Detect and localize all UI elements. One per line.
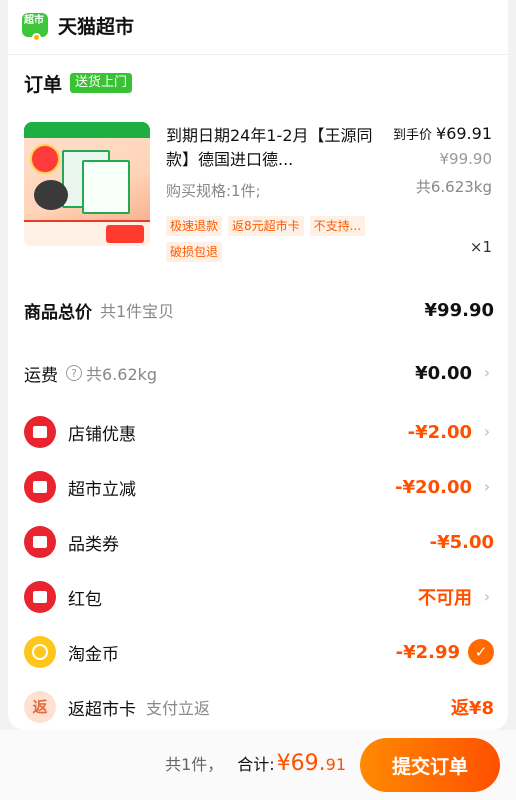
thumbnail-badge: [30, 144, 60, 174]
rebate-sub: 支付立返: [146, 699, 211, 718]
rebate-icon-glyph: 返: [32, 698, 48, 716]
rebate-row: 返 返超市卡 支付立返 返¥8: [24, 691, 494, 723]
service-tag: 破损包退: [166, 242, 223, 262]
rebate-value: 返¥8: [450, 698, 494, 719]
gold-coin-icon-inner: [32, 644, 48, 660]
order-title: 订单: [24, 73, 63, 96]
goods-total-count: 共1件宝贝: [100, 302, 175, 321]
rebate-label: 返超市卡: [68, 699, 136, 720]
gold-coin-value: -¥2.99: [395, 641, 460, 663]
ticket-icon-inner: [33, 536, 47, 548]
store-header: 超市 天猫超市: [22, 10, 134, 42]
product-title[interactable]: 到期日期24年1-2月【王源同款】德国进口德...: [166, 124, 376, 172]
product-weight: 共6.623kg: [415, 178, 492, 196]
checkout-bar: 共1件， 合计: ¥69.91 提交订单: [0, 730, 516, 800]
shipping-value: ¥0.00: [415, 362, 472, 384]
gold-coin-row[interactable]: 淘金币 -¥2.99 ✓: [24, 636, 494, 668]
submit-order-button[interactable]: 提交订单: [360, 738, 500, 792]
ticket-icon: [24, 526, 56, 558]
category-coupon-value: -¥5.00: [429, 531, 494, 553]
logo-text: 超市: [24, 15, 44, 26]
gold-coin-label: 淘金币: [68, 644, 119, 665]
ticket-icon-inner: [33, 426, 47, 438]
shop-discount-value: -¥2.00: [407, 421, 472, 443]
shop-discount-label: 店铺优惠: [68, 424, 136, 445]
service-tags: 极速退款 返8元超市卡 不支持... 破损包退: [166, 216, 386, 262]
shipping-weight: 共6.62kg: [86, 365, 158, 384]
order-header: 订单 送货上门: [24, 70, 133, 96]
coupon-icon: [24, 471, 56, 503]
help-icon[interactable]: ?: [66, 365, 82, 381]
hand-price: 到手价 ¥69.91: [393, 124, 492, 143]
shop-discount-row[interactable]: 店铺优惠 -¥2.00 ›: [24, 416, 494, 448]
original-price: ¥99.90: [439, 150, 493, 168]
check-icon[interactable]: ✓: [468, 639, 494, 665]
red-packet-icon: [24, 581, 56, 613]
delivery-tag: 送货上门: [70, 73, 133, 93]
service-tag[interactable]: 不支持...: [309, 216, 366, 236]
category-coupon-row[interactable]: 品类券 -¥5.00: [24, 526, 494, 558]
product-spec[interactable]: 购买规格:1件;: [166, 180, 261, 201]
shipping-row[interactable]: 运费 ? 共6.62kg ¥0.00 ›: [24, 357, 494, 389]
rebate-icon: 返: [24, 691, 56, 723]
shipping-label: 运费: [24, 365, 58, 386]
chevron-right-icon: ›: [483, 422, 491, 441]
product-thumbnail[interactable]: [24, 122, 150, 246]
divider: [8, 54, 508, 55]
checkout-total-decimal: 91: [325, 755, 346, 774]
red-packet-label: 红包: [68, 589, 102, 610]
checkout-summary: 共1件， 合计: ¥69.91: [165, 751, 346, 776]
store-name[interactable]: 天猫超市: [58, 12, 134, 39]
checkout-total-label: 合计:: [237, 755, 275, 774]
goods-total-label: 商品总价: [24, 302, 92, 323]
gold-coin-icon: [24, 636, 56, 668]
market-discount-label: 超市立减: [68, 479, 136, 500]
chevron-right-icon: ›: [483, 587, 491, 606]
chevron-right-icon: ›: [483, 363, 491, 382]
ticket-icon: [24, 416, 56, 448]
service-tag: 返8元超市卡: [228, 216, 304, 236]
thumbnail-price-tag: [106, 225, 144, 243]
thumbnail-cat-mascot: [34, 180, 68, 210]
goods-total-row: 商品总价 共1件宝贝 ¥99.90: [24, 296, 494, 324]
market-discount-row[interactable]: 超市立减 -¥20.00 ›: [24, 471, 494, 503]
thumbnail-banner: [24, 122, 150, 138]
checkout-total-main: ¥69.: [276, 751, 326, 776]
checkout-count: 共1件，: [165, 755, 224, 774]
category-coupon-label: 品类券: [68, 534, 119, 555]
market-discount-value: -¥20.00: [395, 476, 472, 498]
coupon-icon-inner: [33, 481, 47, 493]
tmall-market-logo: 超市: [22, 13, 48, 42]
checkout-total-value: ¥69.91: [277, 751, 346, 776]
product-quantity: ×1: [469, 238, 492, 256]
chevron-right-icon: ›: [483, 477, 491, 496]
thumbnail-milk-box: [82, 160, 130, 214]
goods-total-value: ¥99.90: [424, 299, 494, 321]
hand-price-value: ¥69.91: [436, 124, 492, 143]
service-tag: 极速退款: [166, 216, 223, 236]
hand-price-label: 到手价: [393, 128, 433, 143]
red-packet-value: 不可用: [418, 588, 472, 609]
logo-dot: [32, 33, 41, 42]
red-packet-icon-inner: [33, 591, 47, 603]
red-packet-row[interactable]: 红包 不可用 ›: [24, 581, 494, 613]
